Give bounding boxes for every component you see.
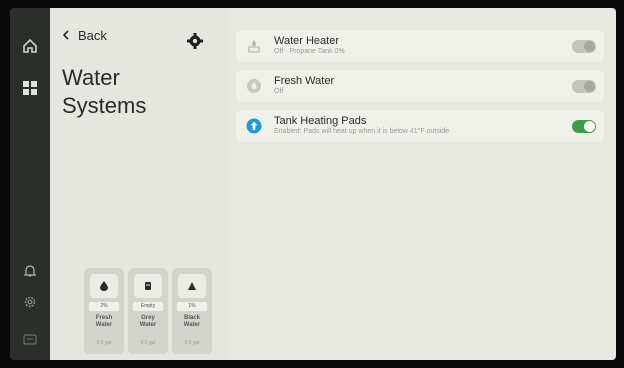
- row-subtitle: Off: [274, 88, 284, 95]
- home-icon[interactable]: [18, 34, 42, 58]
- tank-name-line-2: Water: [95, 322, 113, 328]
- tank-name-line-1: Grey: [141, 315, 155, 321]
- tank-name-line-1: Black: [183, 315, 200, 321]
- row-fresh-water[interactable]: Fresh Water Off: [236, 70, 604, 102]
- chevron-left-icon: [62, 28, 70, 43]
- tank-gallons: 0.0 gal: [96, 340, 112, 346]
- tank-gallons: 0.0 gal: [140, 340, 156, 346]
- row-tank-heating-pads[interactable]: Tank Heating Pads Enabled: Pads will hea…: [236, 110, 604, 142]
- water-heater-icon: [246, 38, 262, 54]
- tank-gallons: 0.0 gal: [184, 340, 200, 346]
- row-water-heater[interactable]: Water Heater Off · Propane Tank 0%: [236, 30, 604, 62]
- tank-name-line-2: Water: [183, 322, 201, 328]
- screen-icon[interactable]: [18, 328, 42, 352]
- tank-level: 2%: [89, 302, 119, 311]
- toggle-knob: [584, 121, 595, 132]
- tank-grey-water[interactable]: Empty Grey Water 0.0 gal: [128, 268, 168, 354]
- page-title: Water Systems: [62, 64, 146, 120]
- row-subtitle: Off · Propane Tank 0%: [274, 48, 345, 55]
- tank-name: Fresh Water: [96, 315, 112, 329]
- bell-icon[interactable]: [18, 259, 42, 283]
- black-tank-icon: [178, 274, 206, 298]
- row-title: Water Heater: [274, 35, 340, 47]
- row-subtitle: Enabled: Pads will heat up when it is be…: [274, 128, 450, 135]
- side-rail: [10, 8, 50, 360]
- tank-level: Empty: [133, 302, 163, 311]
- page-title-line-2: Systems: [62, 93, 147, 118]
- tank-name-line-1: Fresh: [95, 315, 113, 321]
- tank-name: Grey Water: [140, 315, 156, 329]
- left-panel: Back Water Systems 2% Fresh Water 0.0 ga…: [50, 8, 230, 360]
- tank-heating-pads-toggle[interactable]: [572, 120, 596, 133]
- apps-grid-icon[interactable]: [18, 76, 42, 100]
- grey-tank-icon: [134, 274, 162, 298]
- settings-gear-icon[interactable]: [18, 290, 42, 314]
- main-content: Water Heater Off · Propane Tank 0% Fresh…: [230, 8, 616, 360]
- device-screen: Back Water Systems 2% Fresh Water 0.0 ga…: [10, 8, 616, 360]
- water-drop-icon: [246, 78, 262, 94]
- water-drop-icon: [90, 274, 118, 298]
- back-button[interactable]: Back: [62, 28, 107, 43]
- tank-levels: 2% Fresh Water 0.0 gal Empty Grey Water 0.…: [84, 268, 212, 354]
- row-title: Tank Heating Pads: [274, 115, 367, 127]
- fresh-water-toggle[interactable]: [572, 80, 596, 93]
- tank-name-line-2: Water: [139, 322, 157, 328]
- arrow-up-circle-icon: [246, 118, 262, 134]
- tank-name: Black Water: [184, 315, 200, 329]
- tank-level: 1%: [177, 302, 207, 311]
- back-label: Back: [78, 28, 107, 43]
- tank-black-water[interactable]: 1% Black Water 0.0 gal: [172, 268, 212, 354]
- gear-icon[interactable]: [186, 32, 204, 50]
- tank-fresh-water[interactable]: 2% Fresh Water 0.0 gal: [84, 268, 124, 354]
- toggle-knob: [584, 41, 595, 52]
- water-heater-toggle[interactable]: [572, 40, 596, 53]
- page-title-line-1: Water: [62, 65, 120, 90]
- toggle-knob: [584, 81, 595, 92]
- row-title: Fresh Water: [274, 75, 335, 87]
